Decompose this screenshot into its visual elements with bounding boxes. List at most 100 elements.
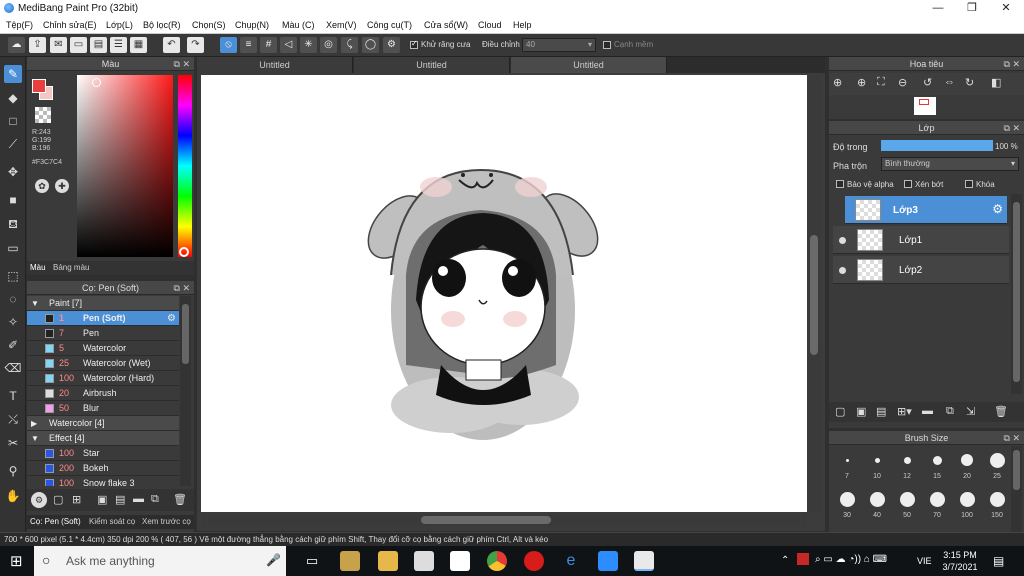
tab-brush[interactable]: Cọ: Pen (Soft): [30, 517, 81, 526]
panel-controls-icon[interactable]: ⧉ ✕: [1004, 431, 1020, 445]
brush-list-scrollbar[interactable]: [180, 296, 191, 486]
brush-group[interactable]: ▶ Watercolor [4]: [27, 416, 179, 431]
correction-dropdown[interactable]: 40 ▾: [522, 38, 596, 52]
opera-icon[interactable]: [524, 551, 544, 571]
new-halftone-layer-icon[interactable]: ▣: [856, 405, 866, 418]
expand-arrow-icon[interactable]: ▼: [31, 296, 39, 311]
soft-edge-checkbox[interactable]: [603, 41, 611, 49]
scrollbar-thumb[interactable]: [421, 516, 551, 524]
pen-tool-icon[interactable]: ⟋: [4, 135, 22, 153]
clock[interactable]: 3:15 PM 3/7/2021: [940, 549, 980, 573]
blend-dropdown[interactable]: Bình thường ▾: [881, 157, 1019, 171]
new-brush-icon[interactable]: ▢: [53, 493, 63, 506]
brush-item[interactable]: 200 Bokeh: [27, 461, 179, 476]
brush-item[interactable]: 100 Star: [27, 446, 179, 461]
comment-icon[interactable]: ▭: [70, 37, 87, 53]
brush-size-option[interactable]: 20: [953, 448, 983, 486]
antialias-checkbox[interactable]: [410, 39, 418, 49]
menu-filter[interactable]: Bộ lọc(R): [143, 20, 181, 30]
menu-layer[interactable]: Lớp(L): [106, 20, 133, 30]
folder-icon[interactable]: ▬: [133, 493, 144, 505]
menu-file[interactable]: Tệp(F): [6, 20, 33, 30]
list-icon[interactable]: ☰: [110, 37, 127, 53]
microphone-icon[interactable]: 🎤: [266, 553, 281, 567]
edge-icon[interactable]: e: [561, 551, 581, 571]
chrome-icon[interactable]: [487, 551, 507, 571]
menu-edit[interactable]: Chỉnh sửa(E): [43, 20, 97, 30]
scrollbar-thumb[interactable]: [182, 304, 189, 364]
brush-group[interactable]: ▼ Paint [7]: [27, 296, 179, 311]
color-cursor[interactable]: [92, 78, 101, 87]
circle-snap-icon[interactable]: ◎: [320, 37, 337, 53]
brush-size-option[interactable]: 30: [833, 487, 863, 525]
tab-canvas-3[interactable]: Untitled: [511, 57, 667, 73]
protect-alpha-checkbox[interactable]: [836, 180, 844, 188]
scrollbar-thumb[interactable]: [810, 235, 818, 355]
mail-icon[interactable]: [414, 551, 434, 571]
tray-icons[interactable]: ⌕ ▭ ☁ ◔)) ⌂ ⌨: [815, 554, 887, 565]
saturation-value-picker[interactable]: [77, 75, 173, 257]
brush-settings-icon[interactable]: ⚙: [31, 492, 47, 508]
scrollbar-thumb[interactable]: [1013, 202, 1020, 382]
menu-select[interactable]: Chọn(S): [192, 20, 226, 30]
bucket-tool-icon[interactable]: ⛾: [4, 215, 22, 233]
maximize-button[interactable]: ❐: [955, 0, 989, 17]
palette-icon[interactable]: ✿: [35, 179, 49, 193]
duplicate-layer-icon[interactable]: ⧉: [946, 405, 954, 418]
panel-controls-icon[interactable]: ⧉ ✕: [1004, 57, 1020, 71]
brush-tool-icon[interactable]: ✎: [4, 65, 22, 83]
new-layer-icon[interactable]: ▢: [835, 405, 845, 418]
new-8bit-layer-icon[interactable]: ▤: [876, 405, 886, 418]
layer-row-2[interactable]: Lớp2: [833, 256, 1009, 284]
menu-help[interactable]: Help: [513, 20, 532, 30]
minimize-button[interactable]: —: [921, 0, 955, 17]
lock-checkbox[interactable]: [965, 180, 973, 188]
chat-icon[interactable]: ✉: [50, 37, 67, 53]
brush-size-option[interactable]: 10: [863, 448, 893, 486]
parallel-snap-icon[interactable]: ≡: [240, 37, 257, 53]
tab-palette[interactable]: Bảng màu: [53, 263, 89, 272]
duplicate-icon[interactable]: ⧉: [151, 493, 159, 506]
cross-snap-icon[interactable]: #: [260, 37, 277, 53]
menu-capture[interactable]: Chụp(N): [235, 20, 269, 30]
eyedropper-tool-icon[interactable]: ⚲: [4, 462, 22, 480]
dot-tool-icon[interactable]: □: [4, 112, 22, 130]
tab-brush-preview[interactable]: Xem trước cọ: [142, 517, 191, 526]
hand-tool-icon[interactable]: ✋: [4, 487, 22, 505]
text-tool-icon[interactable]: T: [4, 387, 22, 405]
visibility-icon[interactable]: [839, 267, 846, 274]
file-explorer-icon[interactable]: [378, 551, 398, 571]
select-rect-tool-icon[interactable]: ⬚: [4, 267, 22, 285]
brush-item[interactable]: 20 Airbrush: [27, 386, 179, 401]
search-box[interactable]: ○ Ask me anything 🎤: [34, 546, 286, 576]
brush-item[interactable]: 100 Watercolor (Hard): [27, 371, 179, 386]
rotate-left-icon[interactable]: ↺: [923, 76, 932, 89]
layer-row-3[interactable]: Lớp3 ⚙: [845, 196, 1007, 224]
folder-icon[interactable]: ▬: [922, 405, 933, 417]
task-view-icon[interactable]: ▭: [302, 551, 322, 571]
zoom-in-icon[interactable]: ⊕: [857, 76, 866, 89]
brush-size-option[interactable]: 40: [863, 487, 893, 525]
menu-view[interactable]: Xem(V): [326, 20, 357, 30]
no-snap-icon[interactable]: ⦸: [220, 37, 237, 53]
brush-size-option[interactable]: 100: [953, 487, 983, 525]
redo-icon[interactable]: ↷: [187, 37, 204, 53]
radial-snap-icon[interactable]: ✳: [300, 37, 317, 53]
layer-row-1[interactable]: Lớp1: [833, 226, 1009, 254]
brush-size-option[interactable]: 7: [833, 448, 863, 486]
brush-size-scrollbar[interactable]: [1011, 446, 1022, 532]
page-icon[interactable]: ▤: [90, 37, 107, 53]
brush-item[interactable]: 7 Pen: [27, 326, 179, 341]
brush-size-option[interactable]: 25: [983, 448, 1013, 486]
trash-icon[interactable]: 🗑: [994, 405, 1008, 418]
tab-brush-control[interactable]: Kiểm soát cọ: [89, 517, 135, 526]
move-tool-icon[interactable]: ✥: [4, 163, 22, 181]
windows-start-icon[interactable]: ⊞: [10, 552, 23, 570]
panel-controls-icon[interactable]: ⧉ ✕: [1004, 121, 1020, 135]
brush-item[interactable]: 5 Watercolor: [27, 341, 179, 356]
lasso-tool-icon[interactable]: ◌: [4, 290, 22, 308]
add-brush-icon[interactable]: ⊞: [72, 493, 81, 506]
menu-tools[interactable]: Công cụ(T): [367, 20, 412, 30]
trash-icon[interactable]: 🗑: [173, 493, 187, 506]
hue-slider[interactable]: [178, 75, 192, 257]
